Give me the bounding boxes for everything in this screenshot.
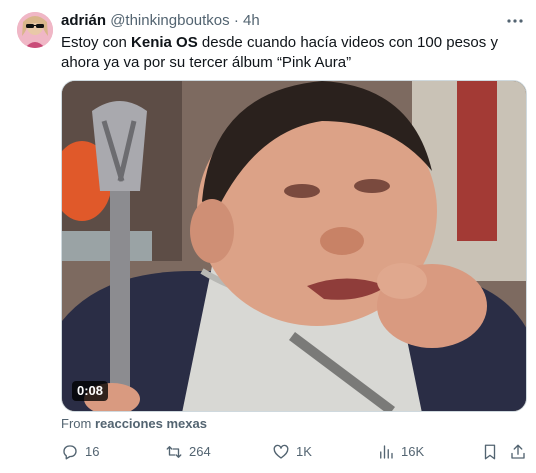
avatar[interactable] bbox=[17, 12, 53, 48]
action-bar: 16 264 1K 16K bbox=[61, 441, 527, 463]
video-duration: 0:08 bbox=[72, 381, 109, 401]
repost-icon bbox=[166, 446, 182, 458]
tweet-header: adrián @thinkingboutkos · 4h bbox=[61, 11, 521, 31]
views-button[interactable]: 16K bbox=[377, 441, 424, 463]
bookmark-button[interactable] bbox=[481, 441, 505, 463]
bookmark-icon bbox=[484, 444, 496, 460]
video-source: From reacciones mexas bbox=[61, 416, 207, 432]
reply-count: 16 bbox=[85, 444, 100, 459]
tweet-card[interactable]: adrián @thinkingboutkos · 4h Estoy con K… bbox=[0, 0, 536, 473]
like-button[interactable]: 1K bbox=[272, 441, 312, 463]
like-count: 1K bbox=[296, 444, 312, 459]
handle[interactable]: @thinkingboutkos bbox=[110, 12, 229, 29]
video-player[interactable]: 0:08 bbox=[61, 80, 527, 412]
repost-count: 264 bbox=[189, 444, 211, 459]
separator: · bbox=[233, 12, 239, 29]
views-count: 16K bbox=[401, 444, 425, 459]
tweet-text-bold: Kenia OS bbox=[131, 34, 198, 51]
display-name[interactable]: adrián bbox=[61, 12, 106, 29]
tweet-text: Estoy con Kenia OS desde cuando hacía vi… bbox=[61, 33, 521, 73]
more-button[interactable] bbox=[505, 12, 525, 30]
more-icon bbox=[507, 19, 523, 23]
repost-button[interactable]: 264 bbox=[165, 441, 211, 463]
reply-icon bbox=[63, 445, 77, 460]
video-frame bbox=[62, 81, 526, 411]
like-icon bbox=[273, 444, 289, 459]
views-icon bbox=[380, 445, 393, 459]
share-icon bbox=[511, 444, 525, 459]
timestamp[interactable]: 4h bbox=[243, 12, 260, 29]
avatar-image bbox=[17, 12, 53, 48]
reply-button[interactable]: 16 bbox=[61, 441, 99, 463]
tweet-text-part: Estoy con bbox=[61, 34, 132, 51]
source-prefix: From bbox=[61, 416, 95, 431]
source-link[interactable]: reacciones mexas bbox=[95, 416, 207, 431]
share-button[interactable] bbox=[509, 441, 533, 463]
